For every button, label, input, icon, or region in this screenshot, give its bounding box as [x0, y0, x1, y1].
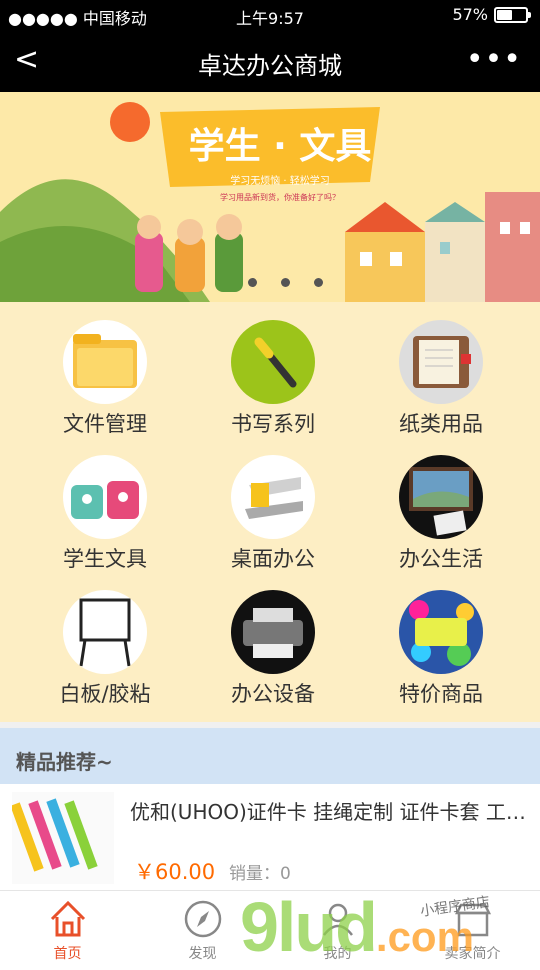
page-title: 卓达办公商城: [198, 52, 342, 80]
product-price: ￥60.00: [134, 860, 216, 884]
status-right: 57%: [452, 5, 531, 24]
carousel-dot[interactable]: [314, 278, 323, 287]
category-student-stationery[interactable]: 学生文具: [30, 455, 180, 573]
product-thumbnail[interactable]: [10, 792, 114, 884]
carousel-dot[interactable]: [248, 278, 257, 287]
category-paper[interactable]: 纸类用品: [366, 320, 516, 438]
product-sales: 销量：0: [229, 864, 291, 884]
tab-home[interactable]: 首页: [0, 891, 135, 962]
category-label: 桌面办公: [231, 547, 315, 571]
section-title: 精品推荐~: [16, 750, 113, 774]
category-whiteboard[interactable]: 白板/胶粘: [30, 590, 180, 708]
home-icon: [50, 900, 86, 937]
banner-subtitle: 学习无烦恼 · 轻松学习: [230, 176, 330, 187]
category-desk-office[interactable]: 桌面办公: [198, 455, 348, 573]
special-offer-icon: [399, 590, 483, 674]
stapler-icon: [231, 455, 315, 539]
notebook-icon: [399, 320, 483, 404]
product-card[interactable]: 优和(UHOO)证件卡 挂绳定制 证件卡套 工作证 ￥60.00 销量：0: [0, 786, 540, 890]
category-office-life[interactable]: 办公生活: [366, 455, 516, 573]
category-label: 办公设备: [231, 682, 315, 706]
navigation-bar: < 卓达办公商城 •••: [0, 30, 540, 92]
product-name[interactable]: 优和(UHOO)证件卡 挂绳定制 证件卡套 工作证: [130, 796, 530, 825]
category-writing[interactable]: 书写系列: [198, 320, 348, 438]
category-grid: 文件管理 书写系列 纸类用品 学生文具 桌面办公 办公生活 白板/胶粘 办公设备…: [0, 302, 540, 722]
category-special-offers[interactable]: 特价商品: [366, 590, 516, 708]
battery-icon: [494, 6, 531, 23]
category-file-management[interactable]: 文件管理: [30, 320, 180, 438]
folder-icon: [63, 320, 147, 404]
carousel-dots[interactable]: [248, 278, 323, 287]
promo-banner[interactable]: 学生 · 文具 学习无烦恼 · 轻松学习 学习用品新到货，你准备好了吗？: [0, 92, 540, 302]
battery-percent: 57%: [452, 5, 488, 24]
category-label: 书写系列: [231, 412, 315, 436]
more-menu-button[interactable]: •••: [466, 42, 522, 77]
banner-tagline: 学习用品新到货，你准备好了吗？: [220, 193, 340, 202]
category-label: 特价商品: [399, 682, 483, 706]
photo-frame-icon: [399, 455, 483, 539]
category-label: 文件管理: [63, 412, 147, 436]
sharpener-icon: [63, 455, 147, 539]
watermark-main: 9lud: [240, 888, 378, 966]
compass-icon: [184, 900, 222, 938]
carousel-dot[interactable]: [281, 278, 290, 287]
printer-icon: [231, 590, 315, 674]
pen-icon: [231, 320, 315, 404]
category-label: 学生文具: [63, 547, 147, 571]
category-label: 白板/胶粘: [59, 682, 151, 706]
section-header: 精品推荐~: [0, 728, 540, 784]
category-label: 办公生活: [399, 547, 483, 571]
whiteboard-icon: [63, 590, 147, 674]
tab-label: 首页: [53, 946, 82, 962]
category-office-equipment[interactable]: 办公设备: [198, 590, 348, 708]
banner-title: 学生 · 文具: [188, 126, 372, 167]
category-label: 纸类用品: [399, 412, 483, 436]
status-bar: ●●●●● 中国移动 上午9:57 57%: [0, 0, 540, 30]
